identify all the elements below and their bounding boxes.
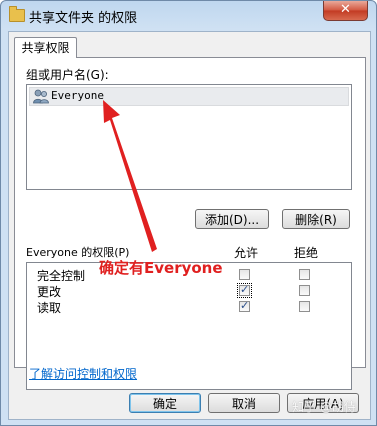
annotation-text: 确定有Everyone <box>99 259 223 277</box>
annotation-arrow <box>103 100 157 252</box>
watermark: 知乎 @胡侍 <box>292 400 356 414</box>
tab-share-permissions[interactable]: 共享权限 <box>14 37 77 58</box>
red-arrow-icon <box>103 100 157 252</box>
